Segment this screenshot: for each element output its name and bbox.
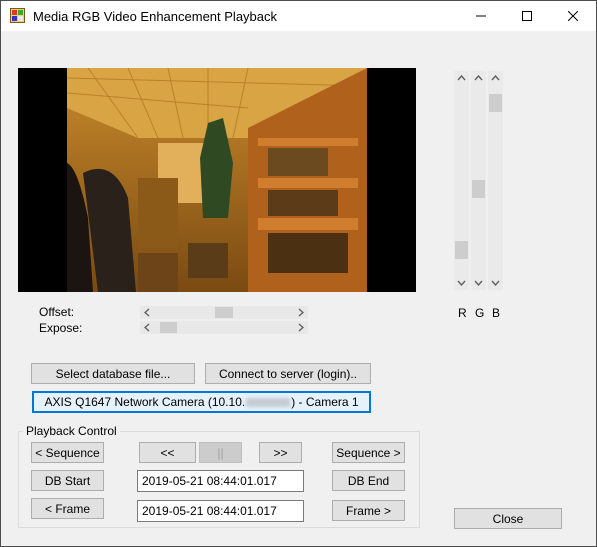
scroll-right-icon[interactable] <box>294 306 308 319</box>
connect-server-button[interactable]: Connect to server (login).. <box>205 363 371 384</box>
select-database-button[interactable]: Select database file... <box>31 363 195 384</box>
minimize-icon <box>476 15 486 17</box>
rewind-button[interactable]: << <box>139 442 196 463</box>
r-channel-scrollbar[interactable] <box>454 71 469 290</box>
g-channel-scrollbar[interactable] <box>471 71 486 290</box>
camera-label-suffix: ) - Camera 1 <box>291 395 359 409</box>
close-icon <box>568 11 578 21</box>
playback-control-title: Playback Control <box>23 424 120 438</box>
maximize-button[interactable] <box>504 1 550 31</box>
minimize-button[interactable] <box>458 1 504 31</box>
prev-frame-button[interactable]: < Frame <box>31 498 104 519</box>
scroll-down-icon[interactable] <box>471 276 486 290</box>
timestamp-start-field[interactable]: 2019-05-21 08:44:01.017 <box>137 470 304 492</box>
scroll-up-icon[interactable] <box>488 71 503 85</box>
forward-button[interactable]: >> <box>259 442 302 463</box>
expose-thumb[interactable] <box>160 322 178 333</box>
pause-button[interactable]: || <box>199 442 242 463</box>
r-channel-label: R <box>458 306 467 320</box>
camera-button[interactable]: AXIS Q1647 Network Camera (10.10. ) - Cam… <box>32 391 371 413</box>
db-start-button[interactable]: DB Start <box>31 470 104 491</box>
main-window: Media RGB Video Enhancement Playback R G… <box>0 0 597 547</box>
offset-scrollbar[interactable] <box>140 306 308 319</box>
close-button[interactable]: Close <box>454 508 562 529</box>
video-preview[interactable] <box>18 68 416 292</box>
scroll-up-icon[interactable] <box>454 71 469 85</box>
expose-scrollbar[interactable] <box>140 321 308 334</box>
scroll-up-icon[interactable] <box>471 71 486 85</box>
scroll-left-icon[interactable] <box>140 321 154 334</box>
g-channel-label: G <box>475 306 485 320</box>
offset-thumb[interactable] <box>215 307 233 318</box>
next-sequence-button[interactable]: Sequence > <box>332 442 405 463</box>
scroll-down-icon[interactable] <box>454 276 469 290</box>
db-end-button[interactable]: DB End <box>332 470 405 491</box>
app-icon <box>10 8 25 23</box>
offset-label: Offset: <box>39 305 75 319</box>
r-channel-thumb[interactable] <box>455 240 468 259</box>
window-title: Media RGB Video Enhancement Playback <box>33 9 278 24</box>
close-window-button[interactable] <box>550 1 596 31</box>
b-channel-label: B <box>492 306 501 320</box>
video-frame-image <box>18 68 416 292</box>
title-bar: Media RGB Video Enhancement Playback <box>1 1 596 31</box>
b-channel-scrollbar[interactable] <box>488 71 503 290</box>
prev-sequence-button[interactable]: < Sequence <box>31 442 104 463</box>
camera-label-prefix: AXIS Q1647 Network Camera (10.10. <box>44 395 246 409</box>
b-channel-thumb[interactable] <box>489 93 502 112</box>
maximize-icon <box>522 11 532 21</box>
g-channel-thumb[interactable] <box>472 180 485 199</box>
scroll-down-icon[interactable] <box>488 276 503 290</box>
expose-label: Expose: <box>39 321 83 335</box>
timestamp-current-field[interactable]: 2019-05-21 08:44:01.017 <box>137 500 304 522</box>
next-frame-button[interactable]: Frame > <box>332 500 405 521</box>
masked-ip-address <box>246 397 291 407</box>
scroll-right-icon[interactable] <box>294 321 308 334</box>
scroll-left-icon[interactable] <box>140 306 154 319</box>
